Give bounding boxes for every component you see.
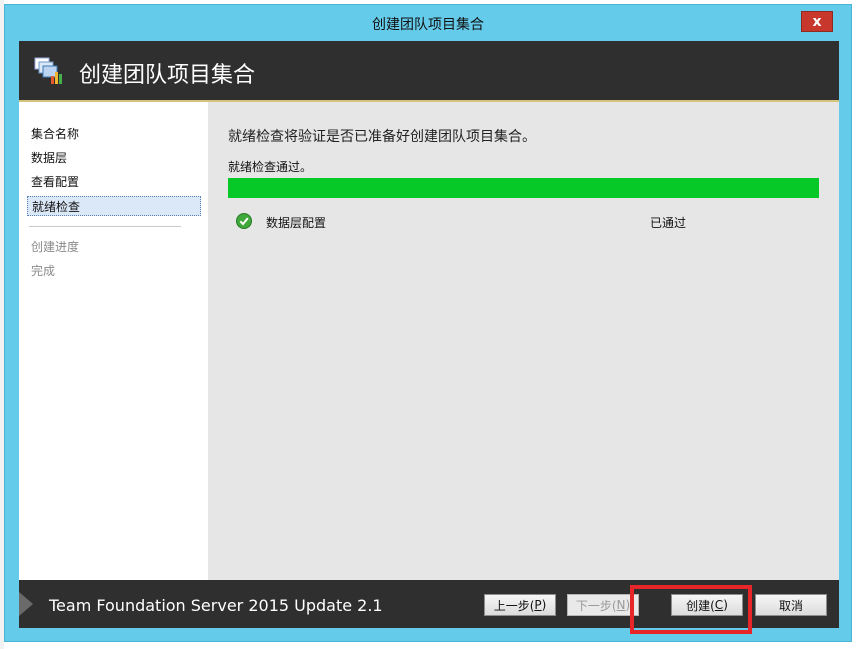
create-button-end: ) xyxy=(723,598,728,612)
header-title: 创建团队项目集合 xyxy=(79,63,256,88)
check-name: 数据层配置 xyxy=(266,216,327,230)
panel-heading: 就绪检查将验证是否已准备好创建团队项目集合。 xyxy=(228,129,536,145)
dialog-footer: Team Foundation Server 2015 Update 2.1 上… xyxy=(19,580,839,628)
readiness-progress-bar xyxy=(228,178,819,198)
wizard-steps-sidebar: 集合名称 数据层 查看配置 就绪检查 创建进度 完成 xyxy=(19,102,208,580)
readiness-panel: 就绪检查将验证是否已准备好创建团队项目集合。 就绪检查通过。 数据层配置 已通过 xyxy=(208,102,839,580)
cancel-button[interactable]: 取消 xyxy=(755,594,827,616)
previous-button-label: 上一步( xyxy=(493,598,535,613)
next-button-label: 下一步( xyxy=(575,598,617,613)
previous-button-end: ) xyxy=(541,598,547,612)
create-button-label: 创建( xyxy=(686,598,715,613)
step-readiness-check[interactable]: 就绪检查 xyxy=(27,196,201,216)
team-collection-icon xyxy=(34,57,62,84)
next-button-end: ) xyxy=(625,598,631,612)
sidebar-divider xyxy=(29,226,181,227)
footer-arrow-icon xyxy=(19,592,33,616)
check-row: 数据层配置 已通过 xyxy=(236,212,816,232)
close-button[interactable]: x xyxy=(801,11,833,32)
check-result: 已通过 xyxy=(650,216,687,230)
window-title: 创建团队项目集合 xyxy=(372,17,484,33)
step-review-config[interactable]: 查看配置 xyxy=(27,172,79,192)
readiness-status: 就绪检查通过。 xyxy=(228,160,313,174)
progress-fill xyxy=(228,178,819,198)
dialog-header: 创建团队项目集合 xyxy=(19,41,839,102)
create-button[interactable]: 创建(C) xyxy=(671,594,743,616)
create-button-key: C xyxy=(714,598,724,612)
next-button-key: N xyxy=(616,598,626,612)
previous-button-key: P xyxy=(534,598,542,612)
step-complete: 完成 xyxy=(31,264,56,278)
dialog-client: 创建团队项目集合 集合名称 数据层 查看配置 就绪检查 创建进度 完成 就绪检查… xyxy=(19,41,839,628)
check-passed-icon xyxy=(236,213,252,229)
dialog-window: 创建团队项目集合 x 创建团队项目集合 集合名称 数据层 查看配置 就绪检查 创… xyxy=(4,4,852,642)
step-collection-name[interactable]: 集合名称 xyxy=(27,124,79,144)
next-button: 下一步(N) xyxy=(567,594,639,616)
step-progress: 创建进度 xyxy=(31,240,80,254)
product-name: Team Foundation Server 2015 Update 2.1 xyxy=(49,596,383,615)
previous-button[interactable]: 上一步(P) xyxy=(484,594,556,616)
title-bar[interactable]: 创建团队项目集合 x xyxy=(5,5,851,41)
step-data-tier[interactable]: 数据层 xyxy=(27,148,67,168)
